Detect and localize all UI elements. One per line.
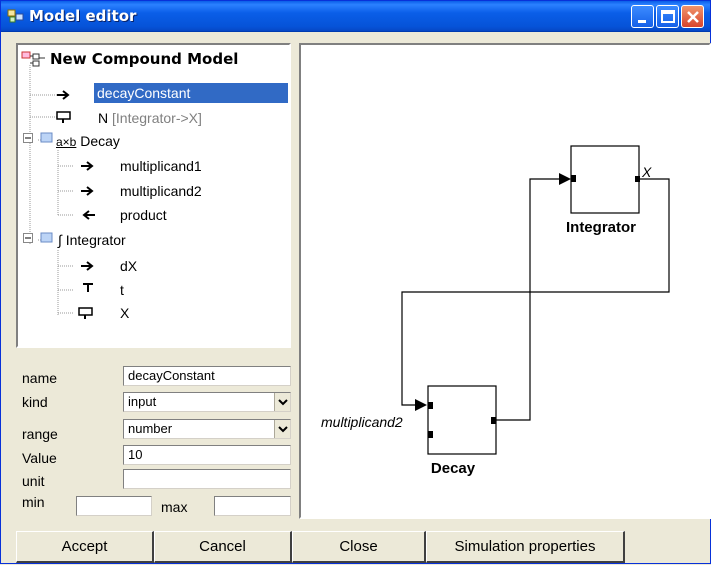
tree-item-N[interactable]: N [Integrator->X] xyxy=(98,108,202,128)
title-bar[interactable]: Model editor xyxy=(1,1,710,32)
connection-lines xyxy=(401,178,670,421)
output-arrow-icon xyxy=(82,210,95,220)
tree-item-multiplicand2[interactable]: multiplicand2 xyxy=(120,181,202,201)
value-field[interactable]: 10 xyxy=(123,445,291,465)
tree-item-label: Decay xyxy=(80,133,120,149)
input-arrow-icon xyxy=(81,161,94,171)
tree-item-Decay[interactable]: a×b Decay xyxy=(56,131,120,151)
collapse-icon[interactable] xyxy=(23,133,33,143)
tree-item-label: t xyxy=(120,282,124,298)
button-bar: Accept Cancel Close Simulation propertie… xyxy=(1,529,711,565)
tree-item-multiplicand1[interactable]: multiplicand1 xyxy=(120,156,202,176)
compound-model-icon xyxy=(21,51,45,67)
tree-item-label: multiplicand1 xyxy=(120,158,202,174)
submodel-icon xyxy=(40,132,53,143)
min-label: min xyxy=(22,494,45,510)
close-button[interactable]: Close xyxy=(292,531,426,563)
unit-label: unit xyxy=(22,473,45,489)
multiply-icon: a×b xyxy=(56,135,77,149)
state-output-icon xyxy=(78,307,93,319)
app-icon xyxy=(7,9,24,23)
maximize-button[interactable] xyxy=(656,5,679,28)
window-title: Model editor xyxy=(29,7,137,25)
tree-item-t[interactable]: t xyxy=(120,280,124,300)
diagram-canvas[interactable]: Integrator X Decay multiplicand2 xyxy=(299,43,711,519)
kind-label: kind xyxy=(22,394,48,410)
model-tree[interactable]: New Compound Model decayConstant N [Inte… xyxy=(16,43,291,348)
state-output-icon xyxy=(56,111,71,123)
tree-item-label: decayConstant xyxy=(97,85,191,101)
range-value: number xyxy=(128,421,173,436)
maximize-icon xyxy=(661,10,675,23)
submodel-icon xyxy=(40,232,53,243)
accept-button[interactable]: Accept xyxy=(16,531,154,563)
tree-item-Integrator[interactable]: ∫ Integrator xyxy=(58,230,126,250)
properties-panel: name decayConstant kind input range numb… xyxy=(16,356,291,521)
tree-item-label: multiplicand2 xyxy=(120,183,202,199)
tree-item-label: dX xyxy=(120,258,138,274)
tree-item-X[interactable]: X xyxy=(120,303,129,323)
kind-value: input xyxy=(128,394,157,409)
dropdown-button[interactable] xyxy=(274,420,290,438)
integrator-label: Integrator xyxy=(566,219,636,236)
tree-item-label: N xyxy=(98,110,109,126)
decay-block[interactable] xyxy=(427,385,497,455)
minimize-icon xyxy=(638,20,646,23)
unit-field[interactable] xyxy=(123,469,291,489)
input-arrow-icon xyxy=(81,186,94,196)
chevron-down-icon xyxy=(278,399,288,406)
kind-select[interactable]: input xyxy=(123,392,291,412)
arrowhead-icon xyxy=(559,173,571,185)
tree-item-label: Integrator xyxy=(65,232,126,248)
collapse-icon[interactable] xyxy=(23,233,33,243)
input-arrow-icon xyxy=(57,90,70,100)
range-label: range xyxy=(22,426,58,442)
arrowhead-icon xyxy=(415,399,427,411)
close-window-button[interactable] xyxy=(681,5,704,28)
integrator-block[interactable] xyxy=(570,145,640,214)
decay-port-label: multiplicand2 xyxy=(321,414,403,430)
dropdown-button[interactable] xyxy=(274,393,290,411)
model-editor-window: Model editor New Compound Model decayCon… xyxy=(0,0,711,564)
name-label: name xyxy=(22,370,58,386)
input-arrow-icon xyxy=(81,261,94,271)
minimize-button[interactable] xyxy=(631,5,654,28)
value-label: Value xyxy=(22,450,57,466)
chevron-down-icon xyxy=(278,426,288,433)
name-field[interactable]: decayConstant xyxy=(123,366,291,386)
cancel-button[interactable]: Cancel xyxy=(154,531,292,563)
tree-item-label: X xyxy=(120,305,130,321)
range-select[interactable]: number xyxy=(123,419,291,439)
tree-item-label: product xyxy=(120,207,167,223)
tree-item-decayConstant[interactable]: decayConstant xyxy=(94,83,288,103)
tree-root[interactable]: New Compound Model xyxy=(50,49,238,69)
time-input-icon xyxy=(83,283,93,292)
simulation-properties-button[interactable]: Simulation properties xyxy=(426,531,625,563)
block-diagram: Integrator X Decay multiplicand2 xyxy=(321,145,670,477)
tree-root-label: New Compound Model xyxy=(50,50,239,68)
integrator-port-label: X xyxy=(641,164,652,180)
tree-item-product[interactable]: product xyxy=(120,205,167,225)
min-field[interactable] xyxy=(76,496,152,516)
integral-icon: ∫ xyxy=(58,232,62,248)
close-icon xyxy=(687,11,699,23)
decay-label: Decay xyxy=(431,460,476,477)
max-label: max xyxy=(161,499,188,515)
tree-item-link: [Integrator->X] xyxy=(112,110,202,126)
tree-item-dX[interactable]: dX xyxy=(120,256,137,276)
max-field[interactable] xyxy=(214,496,291,516)
